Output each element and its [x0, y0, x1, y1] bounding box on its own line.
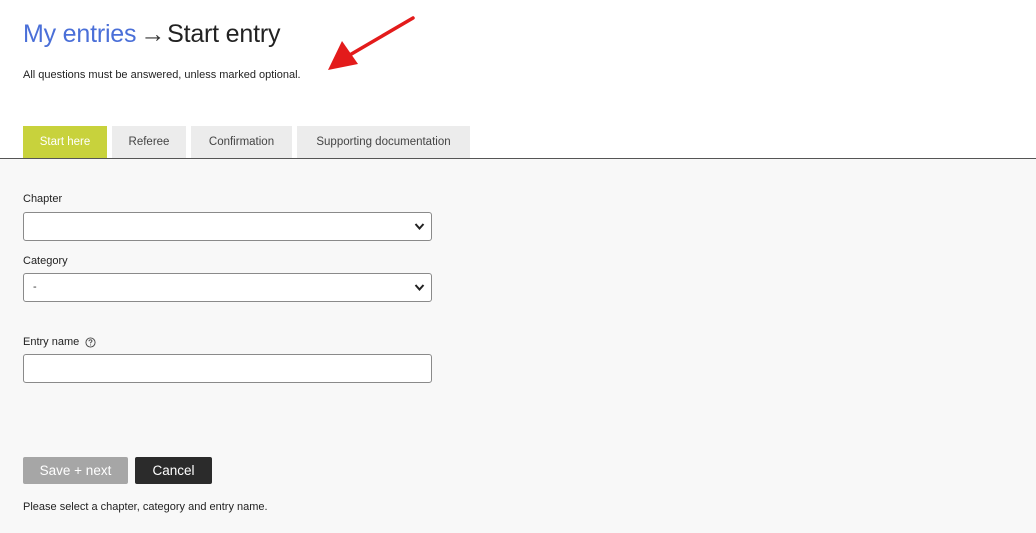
- breadcrumb: My entries →Start entry: [23, 18, 280, 50]
- tab-supporting-documentation[interactable]: Supporting documentation: [297, 126, 470, 158]
- chevron-down-icon: [414, 223, 425, 231]
- form-tabs: Start here Referee Confirmation Supporti…: [23, 126, 470, 158]
- red-arrow-icon: [328, 16, 415, 70]
- instructions-text: All questions must be answered, unless m…: [23, 69, 301, 81]
- category-label-text: Category: [23, 255, 68, 267]
- page-header: My entries →Start entry All questions mus…: [0, 0, 1036, 158]
- breadcrumb-arrow-icon: →: [140, 20, 166, 48]
- tab-referee[interactable]: Referee: [112, 126, 186, 158]
- tab-start-here[interactable]: Start here: [23, 126, 107, 158]
- category-label: Category: [23, 255, 68, 267]
- tab-confirmation[interactable]: Confirmation: [191, 126, 292, 158]
- question-circle-icon[interactable]: [85, 336, 96, 348]
- entry-name-input[interactable]: [23, 354, 432, 383]
- chapter-label: Chapter: [23, 193, 62, 205]
- save-next-button[interactable]: Save + next: [23, 457, 128, 484]
- chapter-select[interactable]: [23, 212, 432, 241]
- chevron-down-icon: [414, 284, 425, 292]
- form-panel: Chapter Category - Entry name Save + nex…: [0, 159, 1036, 533]
- category-select[interactable]: -: [23, 273, 432, 302]
- validation-helper-text: Please select a chapter, category and en…: [23, 501, 268, 513]
- cancel-button[interactable]: Cancel: [135, 457, 212, 484]
- chapter-label-text: Chapter: [23, 193, 63, 205]
- breadcrumb-my-entries-link[interactable]: My entries: [23, 20, 137, 48]
- entry-name-label-text: Entry name: [23, 336, 80, 348]
- category-select-value: -: [33, 281, 37, 293]
- page-title: Start entry: [167, 20, 281, 48]
- entry-name-label: Entry name: [23, 336, 96, 348]
